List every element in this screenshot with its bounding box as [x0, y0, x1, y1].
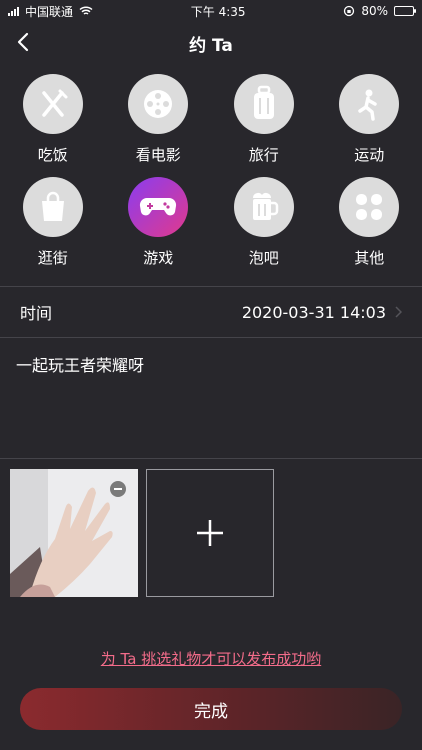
category-bar[interactable]: 泡吧: [211, 177, 317, 268]
category-label: 游戏: [143, 249, 174, 267]
remove-photo-button[interactable]: [110, 481, 126, 497]
uploaded-photo[interactable]: [10, 469, 138, 597]
grid-dots-icon: [339, 177, 400, 237]
shopping-bag-icon: [22, 177, 83, 237]
gamepad-icon: [128, 177, 189, 237]
gift-link[interactable]: 为 Ta 挑选礼物才可以发布成功哟: [0, 648, 422, 669]
category-label: 旅行: [248, 146, 279, 164]
note-text[interactable]: 一起玩王者荣耀呀: [0, 338, 422, 458]
category-sport[interactable]: 运动: [317, 74, 422, 165]
plus-icon: [197, 520, 223, 546]
category-label: 看电影: [135, 146, 181, 164]
chevron-right-icon: [395, 306, 402, 318]
category-movie[interactable]: 看电影: [106, 74, 212, 165]
done-button[interactable]: 完成: [20, 688, 402, 730]
nav-bar: 约 Ta: [0, 22, 422, 64]
category-other[interactable]: 其他: [317, 177, 422, 268]
category-shopping[interactable]: 逛街: [0, 177, 106, 268]
status-bar: 中国联通 下午 4:35 80%: [0, 0, 422, 22]
back-chevron-icon[interactable]: [12, 30, 36, 54]
time-value: 2020-03-31 14:03: [241, 302, 386, 322]
luggage-icon: [233, 74, 294, 134]
category-label: 运动: [354, 146, 385, 164]
category-label: 吃饭: [37, 146, 68, 164]
clock: 下午 4:35: [190, 4, 246, 19]
category-label: 其他: [354, 249, 385, 267]
category-label: 泡吧: [248, 249, 279, 267]
category-game[interactable]: 游戏: [106, 177, 212, 268]
film-reel-icon: [128, 74, 189, 134]
battery-percent: 80%: [361, 4, 388, 18]
time-label: 时间: [20, 304, 53, 323]
signal-icon: [8, 6, 19, 16]
add-photo-button[interactable]: [146, 469, 274, 597]
beer-mug-icon: [233, 177, 294, 237]
page-title: 约 Ta: [189, 35, 233, 56]
category-eat[interactable]: 吃饭: [0, 74, 106, 165]
photo-row: [0, 459, 422, 607]
utensils-icon: [22, 74, 83, 134]
category-travel[interactable]: 旅行: [211, 74, 317, 165]
time-row[interactable]: 时间 2020-03-31 14:03: [0, 287, 422, 337]
running-icon: [339, 74, 400, 134]
orientation-lock-icon: [344, 5, 355, 17]
category-label: 逛街: [37, 249, 68, 267]
category-grid: 吃饭 看电影 旅行 运动 逛街 游戏 泡吧 其他: [0, 64, 422, 268]
carrier-label: 中国联通: [25, 4, 74, 19]
battery-icon: [393, 6, 416, 16]
wifi-icon: [79, 6, 93, 15]
